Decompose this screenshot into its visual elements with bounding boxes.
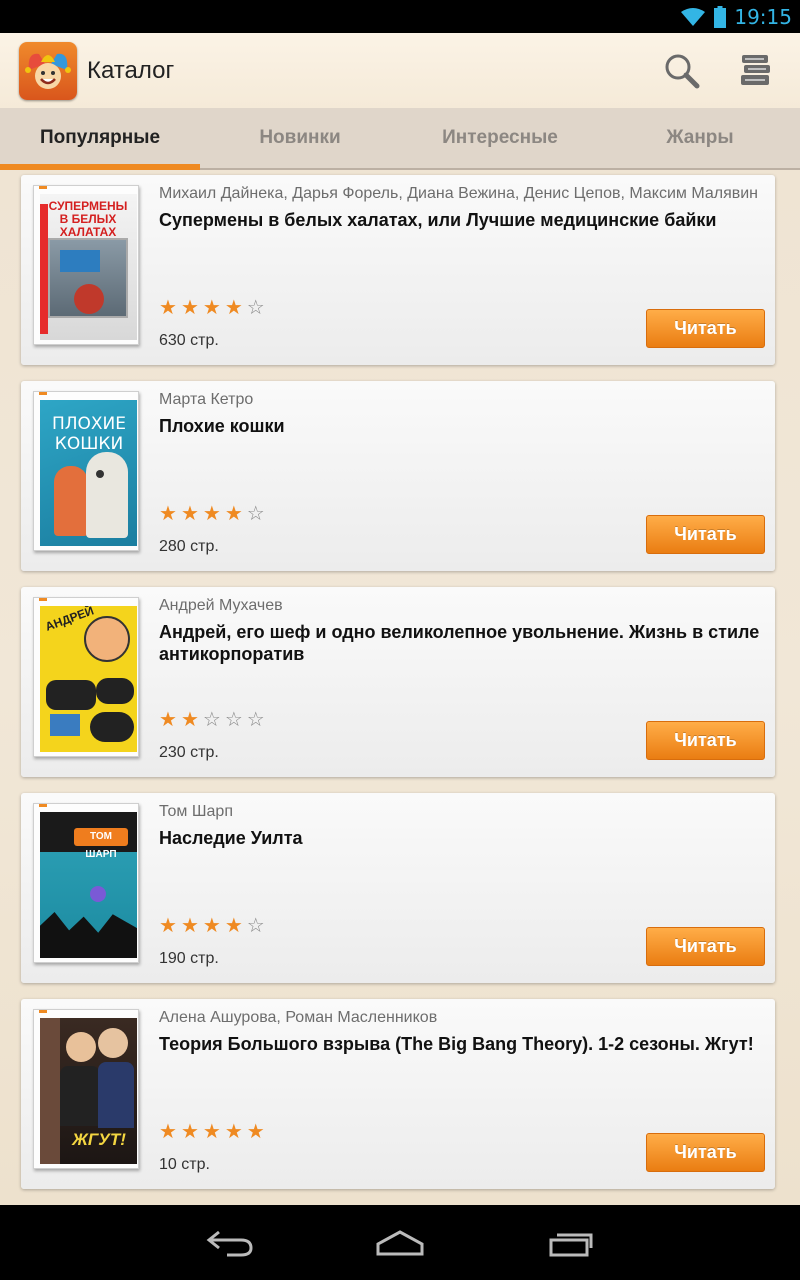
star-filled-icon: ★	[202, 295, 221, 319]
book-card[interactable]: ПЛОХИЕ КОШКИ Марта Кетро Плохие кошки ★ ★…	[21, 381, 775, 571]
recent-apps-icon	[549, 1233, 593, 1256]
book-cover[interactable]: АНДРЕЙ	[33, 597, 139, 757]
app-logo[interactable]	[19, 41, 77, 100]
read-button[interactable]: Читать	[646, 1133, 765, 1172]
tab-popular[interactable]: Популярные	[0, 108, 200, 170]
book-cover-image: ЖГУТ!	[40, 1018, 137, 1164]
book-card[interactable]: ТОМ ШАРП Том Шарп Наследие Уилта ★ ★ ★ ★ ☆ 1…	[21, 793, 775, 983]
star-filled-icon: ★	[180, 295, 199, 319]
read-button[interactable]: Читать	[646, 721, 765, 760]
star-filled-icon: ★	[159, 501, 177, 525]
rating-stars: ★ ★ ★ ★ ☆	[159, 296, 265, 318]
star-filled-icon: ★	[246, 1119, 265, 1143]
recent-apps-button[interactable]	[535, 1218, 605, 1268]
star-empty-icon: ☆	[202, 707, 221, 731]
star-filled-icon: ★	[224, 295, 243, 319]
star-filled-icon: ★	[180, 501, 199, 525]
battery-icon	[714, 5, 727, 28]
star-empty-icon: ☆	[246, 913, 265, 937]
book-cover-image: ТОМ ШАРП	[40, 812, 137, 958]
book-cover-image: АНДРЕЙ	[40, 606, 137, 752]
rating-stars: ★ ★ ★ ★ ☆	[159, 914, 265, 936]
book-author: Андрей Мухачев	[159, 597, 283, 614]
tab-genres[interactable]: Жанры	[600, 108, 800, 168]
cover-caption: ПЛОХИЕ КОШКИ	[51, 414, 127, 454]
star-filled-icon: ★	[180, 1119, 199, 1143]
star-filled-icon: ★	[224, 1119, 243, 1143]
rating-stars: ★ ★ ★ ★ ★	[159, 1120, 265, 1142]
home-button[interactable]	[365, 1218, 435, 1268]
star-filled-icon: ★	[224, 501, 243, 525]
star-empty-icon: ☆	[224, 707, 243, 731]
page-count: 10 стр.	[159, 1156, 210, 1173]
book-cover[interactable]: ПЛОХИЕ КОШКИ	[33, 391, 139, 551]
book-title[interactable]: Андрей, его шеф и одно великолепное увол…	[159, 621, 765, 665]
tab-interesting[interactable]: Интересные	[400, 108, 600, 168]
page-count: 630 стр.	[159, 332, 219, 349]
book-title[interactable]: Плохие кошки	[159, 415, 765, 437]
book-cover[interactable]: ЖГУТ!	[33, 1009, 139, 1169]
back-button[interactable]	[195, 1218, 265, 1268]
star-filled-icon: ★	[180, 707, 199, 731]
page-count: 190 стр.	[159, 950, 219, 967]
book-author: Том Шарп	[159, 803, 233, 820]
star-filled-icon: ★	[159, 707, 177, 731]
book-title[interactable]: Наследие Уилта	[159, 827, 765, 849]
page-count: 280 стр.	[159, 538, 219, 555]
search-button[interactable]	[652, 41, 712, 101]
jester-logo-icon	[25, 53, 71, 89]
cover-caption: ТОМ ШАРП	[74, 828, 128, 860]
book-cover[interactable]: СУПЕРМЕНЫ В БЕЛЫХ ХАЛАТАХ	[33, 185, 139, 345]
book-card[interactable]: АНДРЕЙ Андрей Мухачев Андрей, его шеф и …	[21, 587, 775, 777]
star-filled-icon: ★	[202, 1119, 221, 1143]
star-filled-icon: ★	[159, 295, 177, 319]
book-author: Марта Кетро	[159, 391, 254, 408]
library-books-icon	[741, 54, 770, 85]
read-button[interactable]: Читать	[646, 309, 765, 348]
tab-new[interactable]: Новинки	[200, 108, 400, 168]
book-title[interactable]: Теория Большого взрыва (The Big Bang The…	[159, 1033, 765, 1055]
book-cover-image: ПЛОХИЕ КОШКИ	[40, 400, 137, 546]
action-bar: Каталог	[0, 33, 800, 108]
book-author: Михаил Дайнека, Дарья Форель, Диана Вежи…	[159, 185, 759, 202]
navigation-bar	[0, 1205, 800, 1280]
back-icon	[206, 1230, 253, 1256]
read-button[interactable]: Читать	[646, 927, 765, 966]
rating-stars: ★ ★ ★ ★ ☆	[159, 502, 265, 524]
star-filled-icon: ★	[180, 913, 199, 937]
book-cover[interactable]: ТОМ ШАРП	[33, 803, 139, 963]
star-filled-icon: ★	[202, 501, 221, 525]
star-filled-icon: ★	[159, 1119, 177, 1143]
star-empty-icon: ☆	[246, 501, 265, 525]
page-count: 230 стр.	[159, 744, 219, 761]
star-filled-icon: ★	[202, 913, 221, 937]
cover-caption: ЖГУТ!	[72, 1130, 126, 1149]
read-button[interactable]: Читать	[646, 515, 765, 554]
library-button[interactable]	[726, 41, 786, 101]
status-bar: 19:15	[0, 0, 800, 33]
book-author: Алена Ашурова, Роман Масленников	[159, 1009, 438, 1026]
book-card[interactable]: ЖГУТ! Алена Ашурова, Роман Масленников Т…	[21, 999, 775, 1189]
star-empty-icon: ☆	[246, 707, 265, 731]
rating-stars: ★ ★ ☆ ☆ ☆	[159, 708, 265, 730]
cover-caption: СУПЕРМЕНЫ В БЕЛЫХ ХАЛАТАХ	[48, 199, 128, 239]
search-icon	[665, 54, 700, 88]
home-icon	[376, 1229, 424, 1255]
star-filled-icon: ★	[224, 913, 243, 937]
book-cover-image: СУПЕРМЕНЫ В БЕЛЫХ ХАЛАТАХ	[40, 194, 137, 340]
book-card[interactable]: СУПЕРМЕНЫ В БЕЛЫХ ХАЛАТАХ Михаил Дайнека…	[21, 175, 775, 365]
star-filled-icon: ★	[159, 913, 177, 937]
app-title: Каталог	[87, 56, 175, 84]
wifi-icon	[681, 7, 706, 26]
tab-bar: Популярные Новинки Интересные Жанры	[0, 108, 800, 170]
book-title[interactable]: Супермены в белых халатах, или Лучшие ме…	[159, 209, 765, 231]
star-empty-icon: ☆	[246, 295, 265, 319]
book-list[interactable]: СУПЕРМЕНЫ В БЕЛЫХ ХАЛАТАХ Михаил Дайнека…	[0, 170, 800, 1205]
status-time: 19:15	[734, 4, 792, 29]
